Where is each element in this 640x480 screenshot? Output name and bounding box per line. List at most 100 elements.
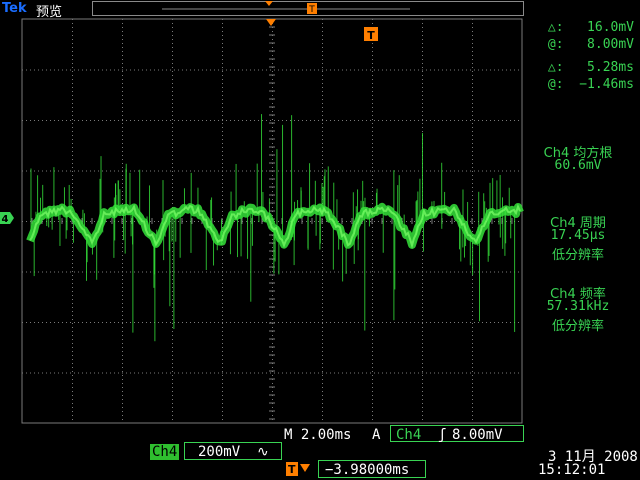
grid-dot xyxy=(372,403,373,404)
grid-dot xyxy=(46,271,47,273)
grid-dot xyxy=(74,170,75,172)
grid-dot xyxy=(72,63,73,64)
ch4-scale: 200mV xyxy=(198,444,241,460)
grid-dot xyxy=(482,271,483,273)
grid-dot xyxy=(72,387,73,388)
grid-dot xyxy=(474,221,475,222)
grid-dot xyxy=(122,243,123,244)
grid-dot xyxy=(422,291,423,292)
grid-dot xyxy=(372,91,373,92)
grid-dot xyxy=(222,371,223,372)
grid-dot xyxy=(418,271,419,273)
trigger-position-marker-icon[interactable] xyxy=(266,19,276,26)
grid-dot xyxy=(72,227,73,228)
grid-dot xyxy=(490,322,491,323)
grid-dot xyxy=(482,322,483,323)
grid-dot xyxy=(322,55,323,56)
grid-dot xyxy=(372,111,373,112)
grid-dot xyxy=(218,221,219,222)
grid-dot xyxy=(270,69,271,71)
grid-dot xyxy=(322,247,323,248)
grid-dot xyxy=(122,391,123,392)
grid-dot xyxy=(72,275,73,276)
grid-dot xyxy=(334,120,335,121)
grid-dot xyxy=(372,147,373,148)
grid-dot xyxy=(172,271,173,272)
grid-dot xyxy=(472,127,473,128)
grid-dot xyxy=(178,372,179,374)
grid-dot xyxy=(472,287,473,288)
grid-dot xyxy=(94,170,95,172)
grid-dot xyxy=(130,372,131,374)
grid-dot xyxy=(386,221,387,222)
grid-dot xyxy=(122,307,123,308)
grid-dot xyxy=(172,139,173,140)
trigger-level: 8.00mV xyxy=(452,427,503,443)
grid-dot xyxy=(430,120,431,121)
grid-dot xyxy=(222,51,223,52)
grid-dot xyxy=(146,69,147,71)
grid-dot xyxy=(372,51,373,52)
cursor-t-delta: △: 5.28ms xyxy=(547,60,634,75)
ch4-badge[interactable]: Ch4 xyxy=(150,444,180,460)
grid-dot xyxy=(472,187,473,188)
grid-dot xyxy=(372,415,373,416)
grid-dot xyxy=(134,322,135,323)
grid-dot xyxy=(390,372,391,374)
grid-dot xyxy=(72,279,73,280)
grid-dot xyxy=(322,311,323,312)
grid-dot xyxy=(286,271,287,273)
grid-dot xyxy=(322,143,323,144)
grid-dot xyxy=(246,372,247,374)
grid-dot xyxy=(518,271,519,273)
grid-dot xyxy=(222,131,223,132)
grid-dot xyxy=(186,120,187,121)
timebase-readout[interactable]: M 2.00ms xyxy=(284,427,351,443)
grid-dot xyxy=(172,247,173,248)
grid-dot xyxy=(22,322,23,323)
grid-dot xyxy=(72,299,73,300)
grid-dot xyxy=(22,271,23,273)
grid-dot xyxy=(354,120,355,121)
grid-dot xyxy=(466,372,467,374)
grid-dot xyxy=(422,55,423,56)
grid-dot xyxy=(372,371,373,372)
grid-dot xyxy=(126,120,127,121)
grid-dot xyxy=(414,120,415,121)
grid-dot xyxy=(222,391,223,392)
grid-dot xyxy=(472,47,473,48)
grid-dot xyxy=(442,322,443,323)
grid-dot xyxy=(472,371,473,372)
grid-dot xyxy=(374,322,375,323)
grid-dot xyxy=(222,367,223,368)
grid-dot xyxy=(330,69,331,71)
grid-dot xyxy=(242,120,243,121)
grid-dot xyxy=(172,43,173,44)
grid-dot xyxy=(372,335,373,336)
grid-dot xyxy=(122,131,123,132)
grid-dot xyxy=(158,69,159,71)
grid-dot xyxy=(222,187,223,188)
grid-dot xyxy=(374,120,375,121)
grid-dot xyxy=(472,279,473,280)
grid-dot xyxy=(306,69,307,71)
grid-dot xyxy=(322,43,323,44)
grid-dot xyxy=(372,87,373,88)
grid-dot xyxy=(410,120,411,121)
grid-dot xyxy=(422,322,423,323)
grid-dot xyxy=(472,383,473,384)
grid-dot xyxy=(90,322,91,323)
grid-dot xyxy=(250,120,251,121)
grid-dot xyxy=(186,69,187,71)
grid-dot xyxy=(222,335,223,336)
grid-dot xyxy=(172,59,173,60)
grid-dot xyxy=(110,170,111,172)
grid-dot xyxy=(242,69,243,71)
grid-dot xyxy=(172,379,173,380)
grid-dot xyxy=(142,120,143,121)
grid-dot xyxy=(372,71,373,72)
grid-dot xyxy=(350,69,351,71)
grid-dot xyxy=(290,170,291,172)
grid-dot xyxy=(206,170,207,172)
grid-dot xyxy=(272,199,273,200)
